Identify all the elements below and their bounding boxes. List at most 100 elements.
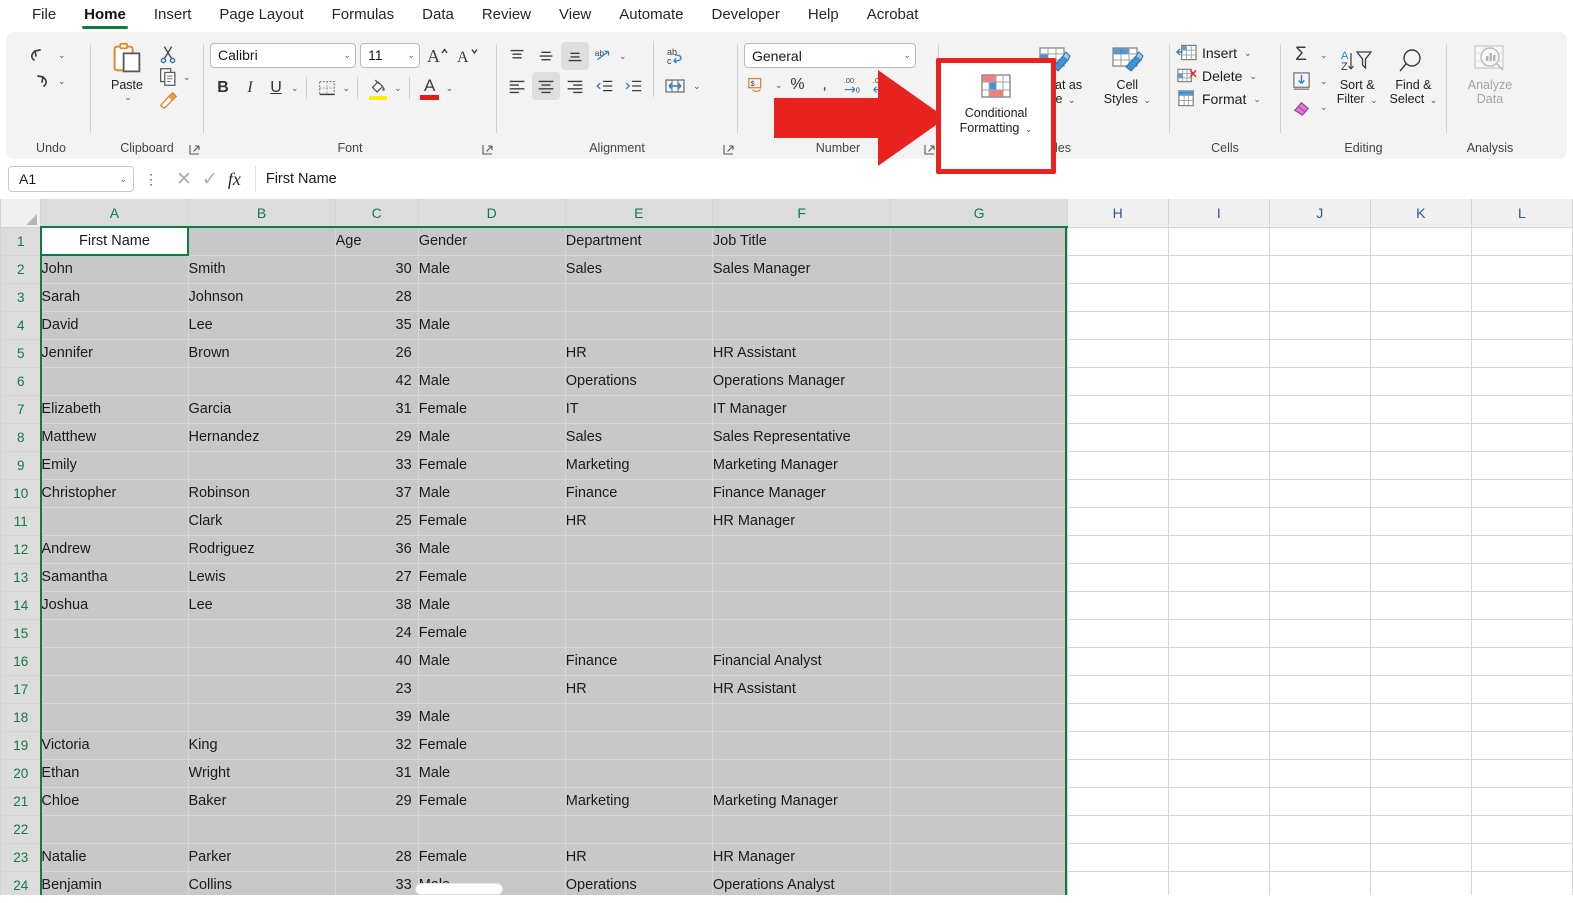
- copy-button[interactable]: ⌄: [157, 66, 191, 88]
- cell-A2[interactable]: John: [40, 255, 189, 284]
- cell-B19[interactable]: King: [188, 731, 336, 760]
- row-header-4[interactable]: 4: [0, 310, 42, 340]
- cell-B23[interactable]: Parker: [188, 843, 336, 872]
- cell-C21[interactable]: 29: [335, 787, 419, 816]
- cell-G14[interactable]: [890, 591, 1068, 620]
- cell-E5[interactable]: HR: [565, 339, 713, 368]
- chevron-down-icon[interactable]: ⌄: [1253, 94, 1261, 105]
- cell-empty-K3[interactable]: [1370, 283, 1472, 312]
- cell-empty-K22[interactable]: [1370, 815, 1472, 844]
- cell-empty-K13[interactable]: [1370, 563, 1472, 592]
- decrease-indent-icon[interactable]: [590, 72, 618, 100]
- cell-A23[interactable]: Natalie: [40, 843, 189, 872]
- cell-A14[interactable]: Joshua: [40, 591, 189, 620]
- increase-indent-icon[interactable]: [619, 72, 647, 100]
- cell-B9[interactable]: [188, 451, 336, 480]
- cell-empty-J6[interactable]: [1269, 367, 1371, 396]
- cell-E16[interactable]: Finance: [565, 647, 713, 676]
- redo-button[interactable]: ⌄: [18, 69, 66, 93]
- cell-empty-I20[interactable]: [1168, 759, 1270, 788]
- row-header-1[interactable]: 1: [0, 226, 42, 256]
- cell-empty-K24[interactable]: [1370, 871, 1472, 895]
- cell-empty-H19[interactable]: [1067, 731, 1169, 760]
- cell-A9[interactable]: Emily: [40, 451, 189, 480]
- cell-empty-K8[interactable]: [1370, 423, 1472, 452]
- cell-empty-H12[interactable]: [1067, 535, 1169, 564]
- cell-C2[interactable]: 30: [335, 255, 419, 284]
- cell-empty-H13[interactable]: [1067, 563, 1169, 592]
- cell-empty-J10[interactable]: [1269, 479, 1371, 508]
- cell-empty-L15[interactable]: [1471, 619, 1573, 648]
- cell-G12[interactable]: [890, 535, 1068, 564]
- cell-C22[interactable]: [335, 815, 419, 844]
- cell-F12[interactable]: [712, 535, 892, 564]
- cell-F24[interactable]: Operations Analyst: [712, 871, 892, 895]
- cell-B24[interactable]: Collins: [188, 871, 336, 895]
- chevron-down-icon[interactable]: ⌄: [119, 174, 127, 185]
- cell-empty-I2[interactable]: [1168, 255, 1270, 284]
- cell-empty-I16[interactable]: [1168, 647, 1270, 676]
- row-header-23[interactable]: 23: [0, 842, 42, 872]
- cancel-x-icon[interactable]: ✕: [176, 170, 192, 189]
- column-header-C[interactable]: C: [334, 199, 419, 228]
- cell-D1[interactable]: Gender: [418, 227, 566, 256]
- cell-empty-H15[interactable]: [1067, 619, 1169, 648]
- cell-C17[interactable]: 23: [335, 675, 419, 704]
- cell-G6[interactable]: [890, 367, 1068, 396]
- cell-empty-L5[interactable]: [1471, 339, 1573, 368]
- cell-B3[interactable]: Johnson: [188, 283, 336, 312]
- cell-D7[interactable]: Female: [418, 395, 566, 424]
- cell-E12[interactable]: [565, 535, 713, 564]
- cell-E11[interactable]: HR: [565, 507, 713, 536]
- chevron-down-icon[interactable]: ⌄: [343, 83, 351, 94]
- cell-F8[interactable]: Sales Representative: [712, 423, 892, 452]
- column-header-K[interactable]: K: [1369, 199, 1472, 228]
- chevron-down-icon[interactable]: ⌄: [693, 81, 701, 92]
- cut-button[interactable]: [157, 43, 191, 65]
- cell-empty-I17[interactable]: [1168, 675, 1270, 704]
- cell-B15[interactable]: [188, 619, 336, 648]
- row-header-11[interactable]: 11: [0, 506, 42, 536]
- cell-A3[interactable]: Sarah: [40, 283, 189, 312]
- ribbon-tab-data[interactable]: Data: [408, 2, 468, 29]
- cell-F11[interactable]: HR Manager: [712, 507, 892, 536]
- cell-D15[interactable]: Female: [418, 619, 566, 648]
- cell-G16[interactable]: [890, 647, 1068, 676]
- clear-button[interactable]: ⌄: [1287, 95, 1328, 119]
- cell-empty-H10[interactable]: [1067, 479, 1169, 508]
- cell-D12[interactable]: Male: [418, 535, 566, 564]
- cell-D17[interactable]: [418, 675, 566, 704]
- cell-E14[interactable]: [565, 591, 713, 620]
- chevron-down-icon[interactable]: ⌄: [291, 83, 299, 94]
- cell-G3[interactable]: [890, 283, 1068, 312]
- cell-C24[interactable]: 33: [335, 871, 419, 895]
- cell-empty-H8[interactable]: [1067, 423, 1169, 452]
- cell-empty-L17[interactable]: [1471, 675, 1573, 704]
- cell-empty-K12[interactable]: [1370, 535, 1472, 564]
- cell-E20[interactable]: [565, 759, 713, 788]
- cell-B11[interactable]: Clark: [188, 507, 336, 536]
- cell-C23[interactable]: 28: [335, 843, 419, 872]
- cell-empty-L9[interactable]: [1471, 451, 1573, 480]
- column-header-E[interactable]: E: [564, 199, 713, 228]
- cell-A21[interactable]: Chloe: [40, 787, 189, 816]
- cell-empty-K2[interactable]: [1370, 255, 1472, 284]
- cell-C6[interactable]: 42: [335, 367, 419, 396]
- cell-A18[interactable]: [40, 703, 189, 732]
- row-header-19[interactable]: 19: [0, 730, 42, 760]
- cell-B2[interactable]: Smith: [188, 255, 336, 284]
- cell-E4[interactable]: [565, 311, 713, 340]
- cell-empty-J24[interactable]: [1269, 871, 1371, 895]
- align-left-icon[interactable]: [503, 72, 531, 100]
- cell-C11[interactable]: 25: [335, 507, 419, 536]
- cell-G5[interactable]: [890, 339, 1068, 368]
- cell-D18[interactable]: Male: [418, 703, 566, 732]
- cell-empty-K4[interactable]: [1370, 311, 1472, 340]
- cell-empty-H21[interactable]: [1067, 787, 1169, 816]
- cell-empty-L1[interactable]: [1471, 227, 1573, 256]
- cell-empty-K7[interactable]: [1370, 395, 1472, 424]
- row-header-21[interactable]: 21: [0, 786, 42, 816]
- cell-A1[interactable]: First Name: [40, 227, 189, 256]
- cell-C18[interactable]: 39: [335, 703, 419, 732]
- cell-E7[interactable]: IT: [565, 395, 713, 424]
